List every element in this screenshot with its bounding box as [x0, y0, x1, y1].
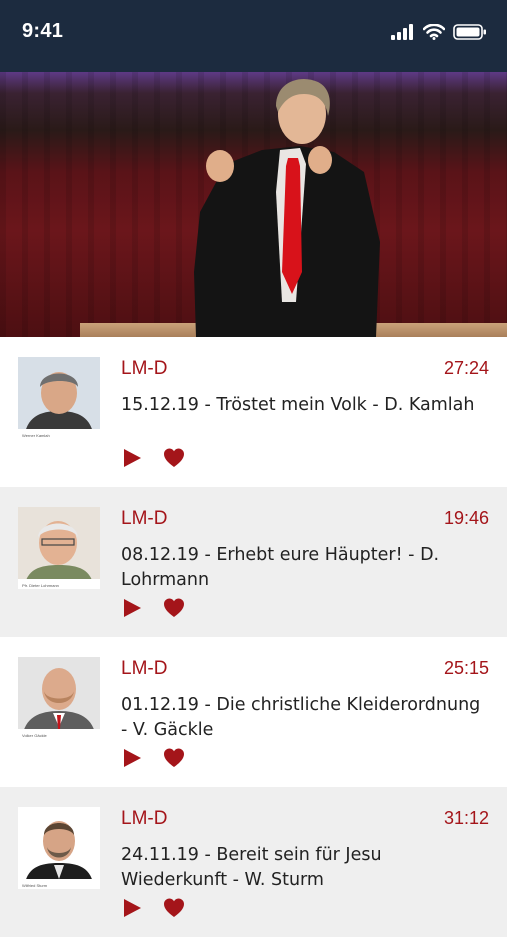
- play-icon[interactable]: [121, 597, 143, 619]
- list-item[interactable]: Pfr. Dieter Lohrmann LM-D 19:46 08.12.19…: [0, 487, 507, 637]
- sermon-title[interactable]: 08.12.19 - Erhebt eure Häupter! - D. Loh…: [121, 543, 491, 593]
- heart-icon[interactable]: [163, 447, 185, 469]
- duration-label: 31:12: [443, 808, 489, 828]
- list-item[interactable]: Volker Gäckle LM-D 25:15 01.12.19 - Die …: [0, 637, 507, 787]
- channel-label: LM-D: [121, 508, 168, 529]
- item-actions: [121, 897, 185, 919]
- thumbnail-caption: Werner Kamlah: [22, 433, 50, 438]
- duration-label: 19:46: [443, 508, 489, 528]
- speaker-figure: [194, 79, 380, 337]
- speaker-thumbnail: Werner Kamlah: [18, 357, 100, 439]
- cellular-signal-icon: [391, 24, 413, 40]
- duration-label: 27:24: [443, 358, 489, 378]
- speaker-thumbnail: Volker Gäckle: [18, 657, 100, 739]
- thumbnail-caption: Volker Gäckle: [22, 733, 47, 738]
- item-actions: [121, 747, 185, 769]
- speaker-thumbnail: Wilfried Sturm: [18, 807, 100, 889]
- battery-icon: [453, 24, 486, 40]
- sermon-title[interactable]: 15.12.19 - Tröstet mein Volk - D. Kamlah: [121, 393, 491, 418]
- thumbnail-caption: Pfr. Dieter Lohrmann: [22, 583, 59, 588]
- heart-icon[interactable]: [163, 747, 185, 769]
- list-item[interactable]: Wilfried Sturm LM-D 31:12 24.11.19 - Ber…: [0, 787, 507, 937]
- hero-image: [0, 72, 507, 337]
- speaker-thumbnail: Pfr. Dieter Lohrmann: [18, 507, 100, 589]
- sermon-title[interactable]: 24.11.19 - Bereit sein für Jesu Wiederku…: [121, 843, 491, 893]
- list-item[interactable]: Werner Kamlah LM-D 27:24 15.12.19 - Trös…: [0, 337, 507, 487]
- wifi-icon: [423, 24, 445, 40]
- sermon-list: Werner Kamlah LM-D 27:24 15.12.19 - Trös…: [0, 337, 507, 937]
- play-icon[interactable]: [121, 747, 143, 769]
- play-icon[interactable]: [121, 897, 143, 919]
- heart-icon[interactable]: [163, 597, 185, 619]
- heart-icon[interactable]: [163, 897, 185, 919]
- thumbnail-caption: Wilfried Sturm: [22, 883, 48, 888]
- channel-label: LM-D: [121, 808, 168, 829]
- play-icon[interactable]: [121, 447, 143, 469]
- status-time: 9:41: [22, 20, 64, 42]
- item-actions: [121, 447, 185, 469]
- duration-label: 25:15: [443, 658, 489, 678]
- item-actions: [121, 597, 185, 619]
- sermon-title[interactable]: 01.12.19 - Die christliche Kleiderordnun…: [121, 693, 491, 743]
- channel-label: LM-D: [121, 658, 168, 679]
- channel-label: LM-D: [121, 358, 168, 379]
- status-icons: [391, 24, 487, 40]
- status-bar: 9:41: [0, 0, 507, 72]
